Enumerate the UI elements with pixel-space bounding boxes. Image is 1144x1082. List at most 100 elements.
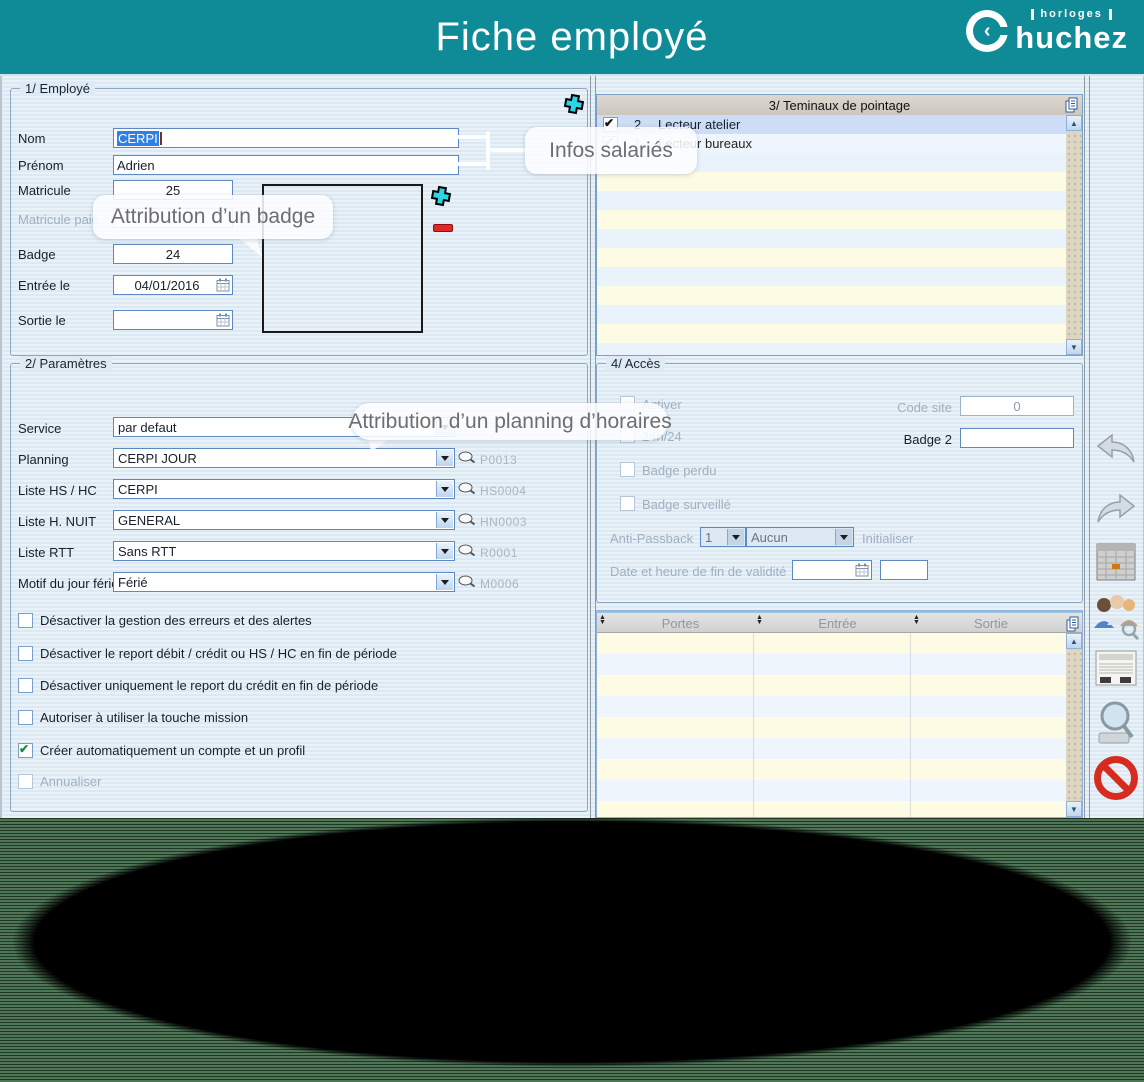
newspaper-icon[interactable] [1090,648,1142,688]
lookup-icon[interactable] [458,451,475,467]
code-site-input[interactable]: 0 [960,396,1074,416]
checkbox-label: Autoriser à utiliser la touche mission [40,710,248,725]
forbidden-icon[interactable] [1090,756,1142,800]
portes-empty-rows [597,633,1066,817]
chevron-down-icon[interactable] [436,450,453,466]
lookup-icon[interactable] [458,513,475,529]
portes-table-header: ▲▼ Portes ▲▼ Entrée ▲▼ Sortie [597,611,1082,633]
checkbox-creer-compte[interactable] [18,743,33,758]
checkbox-desactiver-credit[interactable] [18,678,33,693]
code-site-label: Code site [850,400,952,415]
employees-group-icon[interactable] [1090,592,1142,640]
terminaux-scrollbar[interactable]: ▲ ▼ [1066,115,1082,355]
column-portes[interactable]: Portes [607,616,754,631]
scroll-down-button[interactable]: ▼ [1066,339,1082,355]
checkbox-badge-perdu[interactable] [620,462,635,477]
sort-icon[interactable]: ▲▼ [599,615,606,625]
liste-nuit-combo[interactable]: GENERAL [113,510,455,530]
prenom-input[interactable]: Adrien [113,155,459,175]
lookup-icon[interactable] [458,575,475,591]
copy-icon[interactable] [1065,97,1078,116]
badge-label: Badge [18,247,56,262]
matricule-label: Matricule [18,183,71,198]
portes-scrollbar[interactable]: ▲ ▼ [1066,633,1082,817]
group-acces-legend: 4/ Accès [606,356,665,371]
sortie-date-input[interactable] [113,310,233,330]
clock-icon: ‹ [966,10,1008,52]
checkbox-badge-surveille[interactable] [620,496,635,511]
tooltip-connector [456,162,490,166]
initialiser-label: Initialiser [862,531,913,546]
add-photo-button[interactable] [430,185,452,210]
tooltip-attribution-badge: Attribution d’un badge [93,195,333,239]
liste-rtt-code: R0001 [480,546,518,560]
liste-rtt-label: Liste RTT [18,545,74,560]
nom-input[interactable]: CERPI [113,128,459,148]
anti-passback-label: Anti-Passback [610,531,693,546]
planning-combo[interactable]: CERPI JOUR [113,448,455,468]
screenshot-root: Fiche employé ‹ horloges huchez 1/ Emplo… [0,0,1144,1082]
anti-passback-mode-combo[interactable]: Aucun [746,527,854,547]
planning-grid-icon[interactable] [1090,540,1142,584]
validite-date-input[interactable] [792,560,872,580]
scroll-down-button[interactable]: ▼ [1066,801,1082,817]
search-preview-icon[interactable] [1090,700,1142,748]
terminaux-header: 3/ Teminaux de pointage [597,95,1082,116]
column-entree[interactable]: Entrée [764,616,911,631]
checkbox-label: Désactiver la gestion des erreurs et des… [40,613,312,628]
tooltip-attribution-planning: Attribution d’un planning d’horaires [352,403,668,440]
checkbox-touche-mission[interactable] [18,710,33,725]
entree-date-input[interactable]: 04/01/2016 [113,275,233,295]
liste-nuit-code: HN0003 [480,515,527,529]
matricule-paie-label: Matricule paie [18,212,99,227]
chevron-down-icon[interactable] [436,481,453,497]
app-header: Fiche employé ‹ horloges huchez [0,0,1144,76]
lookup-icon[interactable] [458,544,475,560]
calendar-icon[interactable] [216,278,230,292]
anti-passback-count-combo[interactable]: 1 [700,527,746,547]
terminaux-empty-rows [597,153,1066,355]
add-employee-button[interactable] [563,93,585,118]
planning-label: Planning [18,452,69,467]
service-label: Service [18,421,61,436]
chevron-down-icon[interactable] [835,529,852,545]
chevron-down-icon[interactable] [436,543,453,559]
motif-ferie-code: M0006 [480,577,519,591]
motif-ferie-combo[interactable]: Férié [113,572,455,592]
motif-ferie-label: Motif du jour férié [18,576,118,591]
sort-icon[interactable]: ▲▼ [913,615,920,625]
checkbox-desactiver-report[interactable] [18,646,33,661]
portes-table: ▲▼ Portes ▲▼ Entrée ▲▼ Sortie ▲ ▼ [596,610,1083,818]
badge2-label: Badge 2 [850,432,952,447]
text-caret [160,132,162,145]
checkbox-label: Annualiser [40,774,101,789]
tooltip-connector [490,148,527,152]
planning-code: P0013 [480,453,517,467]
lookup-icon[interactable] [458,482,475,498]
redo-arrow-icon[interactable] [1090,492,1142,526]
chevron-down-icon[interactable] [436,512,453,528]
scroll-up-button[interactable]: ▲ [1066,115,1082,131]
sort-icon[interactable]: ▲▼ [756,615,763,625]
badge2-input[interactable] [960,428,1074,448]
checkbox-label: Désactiver le report débit / crédit ou H… [40,646,397,661]
checkbox-annualiser[interactable] [18,774,33,789]
liste-hs-label: Liste HS / HC [18,483,97,498]
column-sortie[interactable]: Sortie [921,616,1061,631]
prenom-label: Prénom [18,158,64,173]
badge-input[interactable]: 24 [113,244,233,264]
chevron-down-icon[interactable] [727,529,744,545]
chevron-down-icon[interactable] [436,574,453,590]
liste-rtt-combo[interactable]: Sans RTT [113,541,455,561]
liste-hs-combo[interactable]: CERPI [113,479,455,499]
scroll-up-button[interactable]: ▲ [1066,633,1082,649]
tooltip-infos-salaries: Infos salariés [525,127,697,174]
remove-photo-button[interactable] [433,224,453,232]
checkbox-desactiver-erreurs[interactable] [18,613,33,628]
validite-label: Date et heure de fin de validité [610,564,786,579]
checkbox-label: Désactiver uniquement le report du crédi… [40,678,378,693]
calendar-icon[interactable] [216,313,230,327]
undo-arrow-icon[interactable] [1090,432,1142,466]
calendar-icon[interactable] [855,563,869,577]
validite-time-input[interactable] [880,560,928,580]
